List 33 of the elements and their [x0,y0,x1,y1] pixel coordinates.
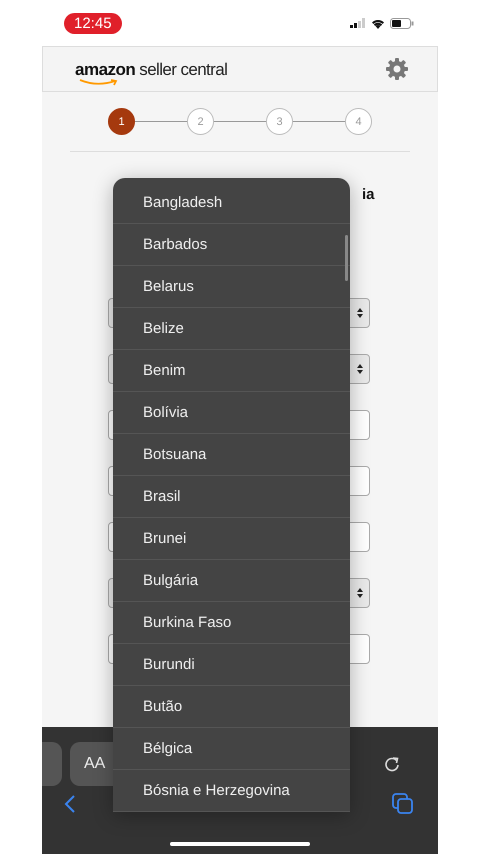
country-option[interactable]: Bélgica [113,728,350,770]
country-option[interactable]: Benim [113,350,350,392]
country-option[interactable]: Brunei [113,518,350,560]
heading-text: ia [362,186,375,203]
country-option[interactable]: Bangladesh [113,182,350,224]
country-option[interactable]: Bósnia e Herzegovina [113,770,350,812]
tabs-icon[interactable] [392,793,414,815]
select-arrows-icon [357,364,363,374]
settings-icon[interactable] [385,57,409,81]
country-option[interactable]: Bolívia [113,392,350,434]
back-icon[interactable] [64,794,76,814]
country-option[interactable]: Botsuana [113,434,350,476]
reload-icon[interactable] [384,755,400,773]
scrollbar [345,235,348,281]
step-indicator: 3 [266,108,293,135]
logo-brand: amazon [75,60,136,78]
step-indicator: 2 [187,108,214,135]
step-indicator: 4 [345,108,372,135]
signal-icon [350,18,366,28]
country-option[interactable]: Bulgária [113,560,350,602]
step-indicator: 1 [108,108,135,135]
country-option[interactable]: Brasil [113,476,350,518]
logo-product: seller central [139,60,228,78]
smile-arrow-icon [79,78,119,86]
country-option[interactable]: Burundi [113,644,350,686]
country-option[interactable]: Burkina Faso [113,602,350,644]
wifi-icon [371,18,385,28]
select-arrows-icon [357,588,363,598]
country-option[interactable]: Butão [113,686,350,728]
select-arrows-icon [357,308,363,318]
country-option[interactable]: Belize [113,308,350,350]
battery-icon [390,18,414,28]
status-time: 12:45 [64,12,122,34]
